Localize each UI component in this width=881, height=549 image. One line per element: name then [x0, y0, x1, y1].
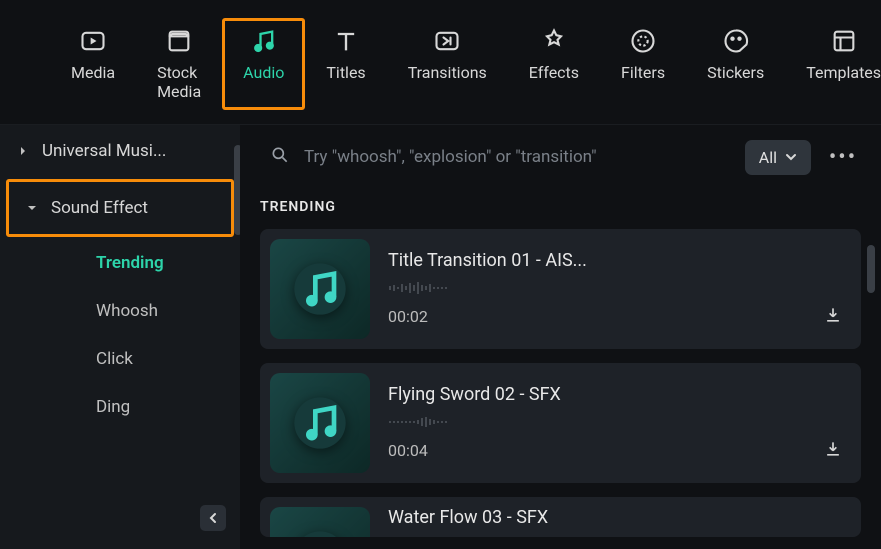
content: All ••• TRENDING Title Transition 01 - A… — [240, 125, 881, 549]
sidebar-section-sound-effect[interactable]: Sound Effect — [9, 182, 231, 234]
tab-label: Effects — [529, 63, 579, 82]
items-list: Title Transition 01 - AIS... 00:02 F — [260, 229, 861, 537]
search-input[interactable] — [304, 147, 731, 167]
transitions-icon — [433, 27, 461, 55]
audio-item[interactable]: Title Transition 01 - AIS... 00:02 — [260, 229, 861, 349]
download-icon — [823, 305, 843, 325]
tab-media[interactable]: Media — [50, 18, 136, 110]
audio-thumbnail — [270, 507, 370, 537]
sidebar: Universal Musi... Sound Effect Trending … — [0, 125, 240, 549]
sidebar-section-label: Universal Musi... — [42, 141, 166, 161]
audio-thumbnail — [270, 239, 370, 339]
audio-item[interactable]: Water Flow 03 - SFX — [260, 497, 861, 537]
sidebar-item-label: Ding — [96, 397, 130, 417]
sidebar-item-whoosh[interactable]: Whoosh — [0, 287, 240, 335]
stickers-icon — [722, 27, 750, 55]
filter-label: All — [759, 148, 777, 167]
content-heading: TRENDING — [260, 199, 861, 215]
tab-label: Filters — [621, 63, 665, 82]
tab-stickers[interactable]: Stickers — [686, 18, 785, 110]
audio-item[interactable]: Flying Sword 02 - SFX 00:04 — [260, 363, 861, 483]
sidebar-item-click[interactable]: Click — [0, 335, 240, 383]
audio-item-duration: 00:04 — [388, 441, 428, 460]
tab-label: Titles — [326, 63, 365, 82]
tab-effects[interactable]: Effects — [508, 18, 600, 110]
download-icon — [823, 439, 843, 459]
tab-transitions[interactable]: Transitions — [387, 18, 508, 110]
search-icon — [270, 145, 290, 170]
search-wrap — [260, 145, 731, 170]
tab-label: Stock Media — [157, 63, 201, 101]
ellipsis-icon: ••• — [829, 145, 857, 170]
media-icon — [79, 27, 107, 55]
waveform-icon — [388, 281, 588, 295]
waveform-icon — [388, 415, 588, 429]
audio-thumbnail — [270, 373, 370, 473]
audio-item-main: Water Flow 03 - SFX — [388, 507, 843, 528]
sidebar-section-label: Sound Effect — [51, 198, 148, 218]
tab-label: Audio — [243, 63, 284, 82]
download-button[interactable] — [823, 439, 843, 463]
tab-label: Stickers — [707, 63, 764, 82]
audio-icon — [250, 27, 278, 55]
tab-filters[interactable]: Filters — [600, 18, 686, 110]
sidebar-item-label: Trending — [96, 253, 164, 273]
sidebar-section-universal-music[interactable]: Universal Musi... — [0, 125, 240, 177]
filter-dropdown[interactable]: All — [745, 140, 811, 175]
chevron-down-icon — [785, 153, 797, 161]
content-scrollbar[interactable] — [867, 245, 875, 293]
chevron-left-icon — [208, 512, 218, 524]
audio-item-main: Title Transition 01 - AIS... 00:02 — [388, 250, 843, 329]
titles-icon — [332, 27, 360, 55]
effects-icon — [540, 27, 568, 55]
tab-label: Templates — [806, 63, 881, 82]
audio-item-title: Water Flow 03 - SFX — [388, 507, 588, 528]
main: Universal Musi... Sound Effect Trending … — [0, 125, 881, 549]
tab-audio[interactable]: Audio — [222, 18, 305, 110]
sidebar-item-ding[interactable]: Ding — [0, 383, 240, 431]
tab-templates[interactable]: Templates — [785, 18, 881, 110]
audio-item-title: Flying Sword 02 - SFX — [388, 384, 588, 405]
sidebar-section-sound-effect-highlight: Sound Effect — [6, 179, 234, 237]
content-top-bar: All ••• — [260, 139, 861, 175]
download-button[interactable] — [823, 305, 843, 329]
audio-item-main: Flying Sword 02 - SFX 00:04 — [388, 384, 843, 463]
sidebar-item-trending[interactable]: Trending — [0, 239, 240, 287]
sidebar-item-label: Click — [96, 349, 133, 369]
top-tabs: Media Stock Media Audio Titles Transitio… — [0, 0, 881, 125]
chevron-right-icon — [18, 146, 28, 156]
audio-item-duration: 00:02 — [388, 307, 428, 326]
chevron-down-icon — [27, 204, 37, 212]
tab-label: Transitions — [408, 63, 487, 82]
stock-media-icon — [165, 27, 193, 55]
templates-icon — [830, 27, 858, 55]
sidebar-collapse-button[interactable] — [200, 505, 226, 531]
more-button[interactable]: ••• — [825, 139, 861, 175]
audio-item-title: Title Transition 01 - AIS... — [388, 250, 588, 271]
tab-titles[interactable]: Titles — [305, 18, 386, 110]
filters-icon — [629, 27, 657, 55]
tab-label: Media — [71, 63, 115, 82]
tab-stock-media[interactable]: Stock Media — [136, 18, 222, 110]
sidebar-item-label: Whoosh — [96, 301, 158, 321]
